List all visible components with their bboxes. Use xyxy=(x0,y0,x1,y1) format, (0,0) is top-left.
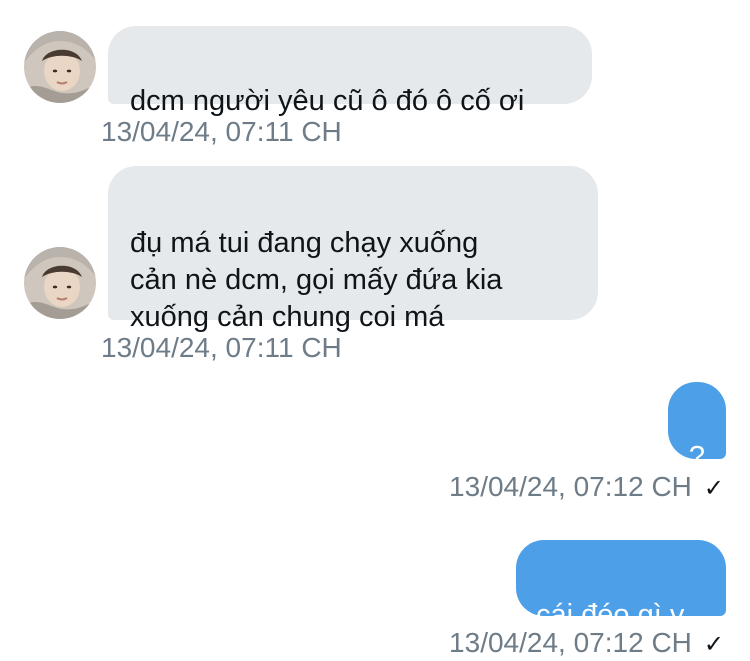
message-text: dcm người yêu cũ ô đó ô cố ơi xyxy=(130,85,525,117)
message-bubble-received[interactable]: đụ má tui đang chạy xuống cản nè dcm, gọ… xyxy=(108,166,598,333)
avatar[interactable] xyxy=(24,31,96,103)
message-bubble-sent[interactable]: ? xyxy=(668,382,726,473)
timestamp-text: 13/04/24, 07:11 CH xyxy=(101,332,342,363)
message-timestamp: 13/04/24, 07:11 CH xyxy=(101,332,342,364)
message-text: ? xyxy=(688,441,706,473)
timestamp-text: 13/04/24, 07:12 CH xyxy=(449,471,692,502)
message-bubble-received[interactable]: dcm người yêu cũ ô đó ô cố ơi xyxy=(108,26,592,117)
timestamp-text: 13/04/24, 07:12 CH xyxy=(449,627,692,658)
checkmark-icon: ✓ xyxy=(703,475,724,502)
message-timestamp: 13/04/24, 07:12 CH ✓ xyxy=(449,627,724,661)
avatar[interactable] xyxy=(24,247,96,319)
message-timestamp: 13/04/24, 07:12 CH ✓ xyxy=(449,471,724,505)
message-text: đụ má tui đang chạy xuống cản nè dcm, gọ… xyxy=(130,227,503,333)
avatar-photo xyxy=(24,247,96,319)
avatar-photo xyxy=(24,31,96,103)
message-timestamp: 13/04/24, 07:11 CH xyxy=(101,116,342,148)
message-bubble-sent[interactable]: cái đéo gì v xyxy=(516,540,726,631)
checkmark-icon: ✓ xyxy=(703,631,724,658)
timestamp-text: 13/04/24, 07:11 CH xyxy=(101,116,342,147)
